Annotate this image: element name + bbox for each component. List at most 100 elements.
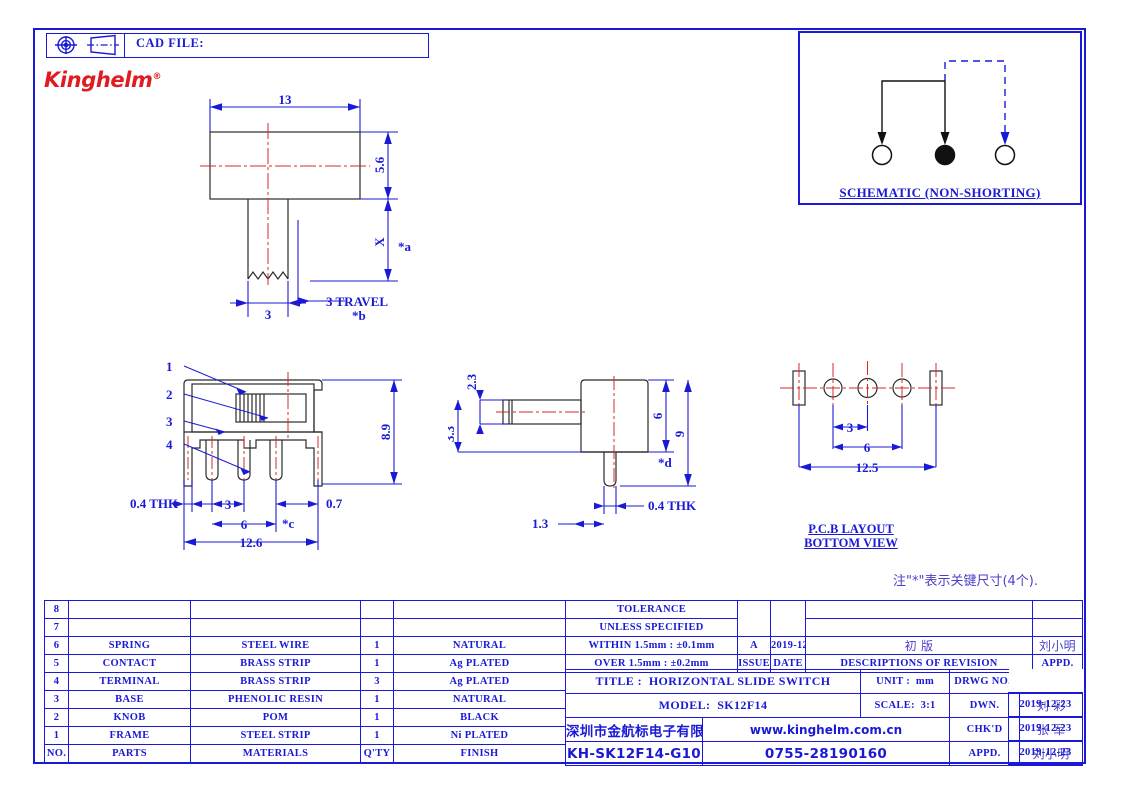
callout-4: 4 xyxy=(166,437,173,452)
cell-finish: NATURAL xyxy=(393,690,566,709)
cell-no: 4 xyxy=(44,672,69,691)
date-value: 2019-12-23 xyxy=(770,636,806,655)
cell-no: 5 xyxy=(44,654,69,673)
cell-finish xyxy=(393,600,566,619)
cell-finish xyxy=(393,618,566,637)
dim-travel: 3 TRAVEL xyxy=(326,294,388,309)
cell-finish: Ag PLATED xyxy=(393,654,566,673)
dim-12-5: 12.5 xyxy=(856,460,879,475)
table-row: 7 xyxy=(44,618,566,637)
phone-number: 0755-28190160 xyxy=(764,745,888,762)
cell-parts xyxy=(68,618,191,637)
schematic-caption: SCHEMATIC (NON-SHORTING) xyxy=(839,185,1041,200)
title-value: HORIZONTAL SLIDE SWITCH xyxy=(648,674,831,688)
table-row: 2 KNOB POM 1 BLACK xyxy=(44,708,566,727)
cell-no: 3 xyxy=(44,690,69,709)
pcb-caption-line2: BOTTOM VIEW xyxy=(804,536,898,550)
cell-parts xyxy=(68,600,191,619)
note-star-b: *b xyxy=(352,308,366,323)
cell-parts: CONTACT xyxy=(68,654,191,673)
dim-3-3: 3.3 xyxy=(448,425,457,442)
cell-materials xyxy=(190,618,361,637)
terminal-common xyxy=(934,144,956,166)
cell-materials: STEEL WIRE xyxy=(190,636,361,655)
cell-no: 6 xyxy=(44,636,69,655)
callout-1: 1 xyxy=(166,359,173,374)
scale-cell: SCALE: 3:1 xyxy=(860,693,951,718)
table-header-row: NO. PARTS MATERIALS Q'TY FINISH xyxy=(44,744,566,763)
cell-parts: FRAME xyxy=(68,726,191,745)
cell-qty: 1 xyxy=(360,690,394,709)
dim-X: X xyxy=(372,237,387,247)
dim-0-4-thk-side: 0.4 THK xyxy=(648,498,697,513)
cell-parts: BASE xyxy=(68,690,191,709)
cell-qty: 3 xyxy=(360,672,394,691)
scale-value: 3:1 xyxy=(920,700,936,711)
drwg-spacer xyxy=(1008,669,1083,693)
dim-2-3: 2.3 xyxy=(464,373,479,390)
pcb-caption-line1: P.C.B LAYOUT xyxy=(808,522,894,536)
table-row: 5 CONTACT BRASS STRIP 1 Ag PLATED xyxy=(44,654,566,673)
cell-materials: STEEL STRIP xyxy=(190,726,361,745)
top-view-drawing: 13 5.6 X *a 3 3 TRAVEL *b xyxy=(200,92,412,323)
appd-date: 2019-12-23 xyxy=(1008,740,1083,765)
projection-symbol-box xyxy=(46,33,125,58)
cell-materials: BRASS STRIP xyxy=(190,654,361,673)
model-row: MODEL: SK12F14 xyxy=(564,693,862,718)
title-label: TITLE : xyxy=(595,674,642,688)
table-row: 3 BASE PHENOLIC RESIN 1 NATURAL xyxy=(44,690,566,709)
cell-materials: POM xyxy=(190,708,361,727)
header-qty: Q'TY xyxy=(360,744,394,763)
header-materials: MATERIALS xyxy=(190,744,361,763)
cell-no: 8 xyxy=(44,600,69,619)
signature-date-table: 2019-12-23 2019-12-23 2019-12-23 xyxy=(1008,669,1083,765)
registered-mark: ® xyxy=(152,72,162,82)
header-finish: FINISH xyxy=(393,744,566,763)
note-star-c: *c xyxy=(282,516,295,531)
tolerance-line2: UNLESS SPECIFIED xyxy=(565,618,738,637)
drawing-sheet: CAD FILE: Kinghelm® SCHEMATIC (NON-SHORT… xyxy=(0,0,1123,793)
pcb-layout-drawing: 3 6 12.5 xyxy=(780,361,958,475)
cell-finish: Ag PLATED xyxy=(393,672,566,691)
dim-0-4-thk: 0.4 THK xyxy=(130,496,179,511)
dim-6-depth: 6 xyxy=(650,412,665,419)
table-row: 8 xyxy=(44,600,566,619)
cell-qty: 1 xyxy=(360,726,394,745)
tolerance-blank-2 xyxy=(770,600,806,637)
cell-no: 2 xyxy=(44,708,69,727)
rev-row1-appd xyxy=(1032,600,1083,619)
rev-appd-value: 刘小明 xyxy=(1039,639,1076,653)
table-row: 1 FRAME STEEL STRIP 1 Ni PLATED xyxy=(44,726,566,745)
dim-5-6: 5.6 xyxy=(372,156,387,173)
table-row: 6 SPRING STEEL WIRE 1 NATURAL xyxy=(44,636,566,655)
schematic-diagram xyxy=(871,60,1016,166)
dim-6-pcb: 6 xyxy=(864,440,871,455)
rev-row2-desc xyxy=(805,618,1033,637)
table-row: 4 TERMINAL BRASS STRIP 3 Ag PLATED xyxy=(44,672,566,691)
logo-text: Kinghelm xyxy=(44,68,153,92)
issue-value: A xyxy=(737,636,771,655)
tolerance-line1: TOLERANCE xyxy=(565,600,738,619)
cell-no: 1 xyxy=(44,726,69,745)
side-view-drawing: 2.3 3.3 6 *d 9 0.4 THK 1.3 xyxy=(448,373,697,531)
dim-6: 6 xyxy=(241,517,248,532)
tolerance-within: WITHIN 1.5mm : ±0.1mm xyxy=(565,636,738,655)
dim-13: 13 xyxy=(279,92,293,107)
parts-list-table: 8 7 6 SPRING STEEL WIRE 1 NATURAL 5 CONTACT BR… xyxy=(44,600,566,763)
terminal-right xyxy=(994,144,1016,166)
dim-12-6: 12.6 xyxy=(240,535,263,550)
cell-qty: 1 xyxy=(360,654,394,673)
cell-materials xyxy=(190,600,361,619)
tolerance-blank-1 xyxy=(737,600,771,637)
dim-3-pitch: 3 xyxy=(225,497,232,512)
scale-label: SCALE: xyxy=(874,700,915,711)
dwn-date: 2019-12-23 xyxy=(1008,692,1083,717)
cell-finish: BLACK xyxy=(393,708,566,727)
cell-parts: SPRING xyxy=(68,636,191,655)
cad-file-label: CAD FILE: xyxy=(136,36,205,50)
third-angle-projection-icon xyxy=(55,34,119,56)
front-view-drawing: 1 2 3 4 8.9 0.4 THK 3 6 *c 0.7 12.6 xyxy=(130,359,402,550)
dim-8-9: 8.9 xyxy=(378,423,393,440)
chkd-date: 2019-12-23 xyxy=(1008,716,1083,741)
model-value: SK12F14 xyxy=(717,698,768,712)
